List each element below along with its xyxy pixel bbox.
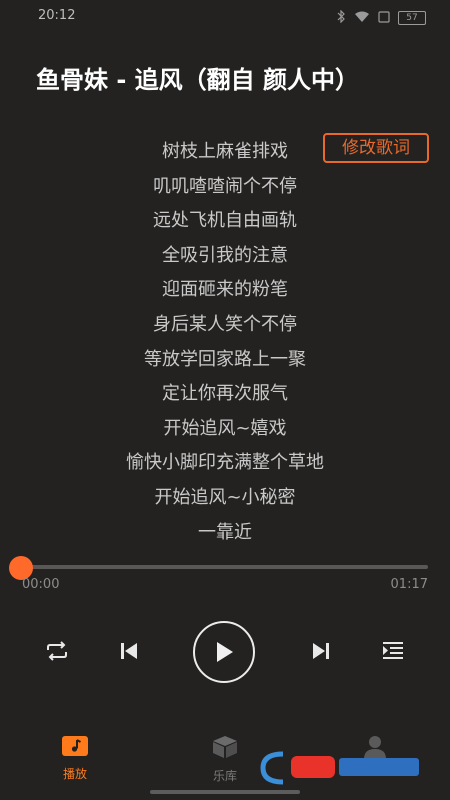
wifi-icon — [354, 8, 370, 27]
lyric-line: 开始追风~嬉戏 — [163, 417, 287, 439]
repeat-icon — [44, 641, 70, 661]
progress-bar[interactable] — [22, 565, 428, 569]
next-icon — [311, 642, 331, 660]
lyric-line: 开始追风~小秘密 — [154, 486, 296, 508]
song-title: 鱼骨妹 - 追风（翻自 颜人中） — [36, 66, 360, 94]
sim-icon — [378, 8, 390, 27]
status-time: 20:12 — [38, 8, 76, 23]
lyric-line: 叽叽喳喳闹个不停 — [153, 175, 297, 197]
lyric-line: 一靠近 — [198, 521, 252, 543]
nav-item-library[interactable]: 乐库 — [195, 735, 255, 784]
bluetooth-icon — [336, 8, 346, 27]
home-indicator — [150, 790, 300, 794]
lyric-line: 身后某人笑个不停 — [153, 313, 297, 335]
nav-label-library: 乐库 — [212, 769, 237, 783]
next-button[interactable] — [304, 634, 338, 668]
play-icon — [213, 640, 235, 664]
lyric-line: 迎面砸来的粉笔 — [162, 279, 288, 301]
repeat-button[interactable] — [40, 634, 74, 668]
lyric-line: 愉快小脚印充满整个草地 — [126, 452, 324, 474]
previous-icon — [119, 642, 139, 660]
watermark-logo — [255, 748, 435, 788]
current-time: 00:00 — [22, 577, 60, 592]
play-button[interactable] — [193, 621, 255, 683]
cube-icon — [212, 736, 238, 763]
total-time: 01:17 — [390, 577, 428, 592]
lyric-line: 远处飞机自由画轨 — [153, 210, 297, 232]
lyric-line: 定让你再次服气 — [162, 383, 288, 405]
nav-label-play: 播放 — [62, 767, 87, 781]
previous-button[interactable] — [112, 634, 146, 668]
lyrics-list[interactable]: 树枝上麻雀排戏 叽叽喳喳闹个不停 远处飞机自由画轨 全吸引我的注意 迎面砸来的粉… — [0, 135, 450, 550]
battery-icon: 57 — [398, 10, 426, 25]
nav-item-play[interactable]: 播放 — [45, 735, 105, 782]
status-icons: 57 — [336, 8, 426, 27]
playlist-button[interactable] — [376, 634, 410, 668]
lyric-line: 等放学回家路上一聚 — [144, 348, 306, 370]
music-note-icon — [61, 736, 89, 761]
lyric-line: 全吸引我的注意 — [162, 244, 288, 266]
status-bar: 20:12 57 — [0, 0, 450, 32]
playlist-icon — [382, 641, 404, 661]
lyric-line: 树枝上麻雀排戏 — [162, 141, 288, 162]
